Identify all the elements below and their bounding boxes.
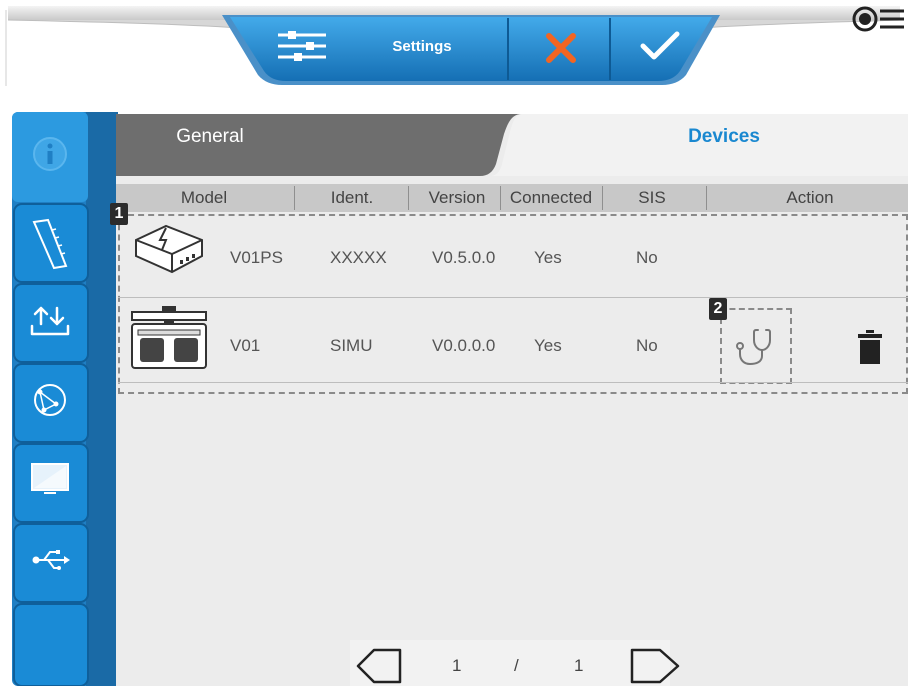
sidebar-item-usb[interactable] xyxy=(28,540,72,585)
device-thumbnail xyxy=(130,222,206,279)
stethoscope-icon xyxy=(736,329,771,366)
column-header-action: Action xyxy=(786,188,834,207)
cell-model: V01 xyxy=(230,336,261,355)
column-divider xyxy=(706,186,707,210)
previous-page-button[interactable] xyxy=(354,646,404,691)
top-toolbar: Settings xyxy=(0,0,908,86)
page-current: 1 xyxy=(452,656,462,675)
trash-icon xyxy=(858,330,882,364)
column-divider xyxy=(294,186,295,210)
cell-ident: XXXXX xyxy=(330,248,387,267)
foot-switch-icon xyxy=(131,306,207,369)
menu-button[interactable] xyxy=(852,4,906,39)
cell-connected: Yes xyxy=(534,248,562,267)
ruler-icon xyxy=(32,218,68,270)
column-header-connected: Connected xyxy=(509,188,593,207)
tab-devices[interactable]: Devices xyxy=(664,126,784,148)
column-header-model: Model xyxy=(180,188,228,207)
sidebar-item-measure[interactable] xyxy=(28,216,72,277)
settings-sliders-icon[interactable] xyxy=(272,28,332,64)
cell-version: V0.5.0.0 xyxy=(432,248,496,267)
arrow-left-icon xyxy=(356,648,402,684)
sidebar-item-transfer[interactable] xyxy=(28,302,72,347)
delete-button[interactable] xyxy=(858,330,882,369)
cell-model: V01PS xyxy=(230,248,283,267)
cancel-button[interactable] xyxy=(538,28,584,68)
checkmark-icon xyxy=(640,31,680,60)
usb-icon xyxy=(32,550,70,570)
settings-title: Settings xyxy=(392,37,452,55)
sidebar-item-empty[interactable] xyxy=(14,604,88,686)
sidebar-item-network[interactable] xyxy=(30,380,70,425)
cell-ident: SIMU xyxy=(330,336,373,355)
column-header-version: Version xyxy=(428,188,486,207)
cell-sis: No xyxy=(636,248,658,267)
upload-download-icon xyxy=(30,306,70,336)
close-icon xyxy=(546,33,576,63)
page-total: 1 xyxy=(574,656,584,675)
column-divider xyxy=(602,186,603,210)
next-page-button[interactable] xyxy=(628,646,682,691)
row-divider xyxy=(118,382,908,383)
arrow-right-icon xyxy=(630,648,680,684)
diagnose-button[interactable] xyxy=(736,326,774,373)
cell-version: V0.0.0.0 xyxy=(432,336,496,355)
power-supply-icon xyxy=(135,224,203,274)
globe-network-icon xyxy=(34,384,66,416)
sliders-icon xyxy=(278,31,326,61)
cell-sis: No xyxy=(636,336,658,355)
column-header-sis: SIS xyxy=(638,188,666,207)
row-divider xyxy=(118,297,908,298)
tab-general[interactable]: General xyxy=(150,126,270,148)
column-divider xyxy=(408,186,409,210)
page-separator: / xyxy=(514,656,519,675)
annotation-badge-2: 2 xyxy=(709,298,727,320)
column-header-ident: Ident. xyxy=(330,188,374,207)
menu-icon xyxy=(852,6,904,32)
device-thumbnail xyxy=(128,302,210,377)
sidebar-item-info[interactable] xyxy=(30,134,70,179)
confirm-button[interactable] xyxy=(632,26,688,66)
table-header: Model Ident. Version Connected SIS Actio… xyxy=(116,184,908,212)
monitor-icon xyxy=(31,463,69,494)
sidebar xyxy=(12,112,118,687)
sidebar-item-display[interactable] xyxy=(28,460,72,505)
cell-connected: Yes xyxy=(534,336,562,355)
annotation-badge-1: 1 xyxy=(110,203,128,225)
info-icon xyxy=(33,137,67,171)
column-divider xyxy=(500,186,501,210)
